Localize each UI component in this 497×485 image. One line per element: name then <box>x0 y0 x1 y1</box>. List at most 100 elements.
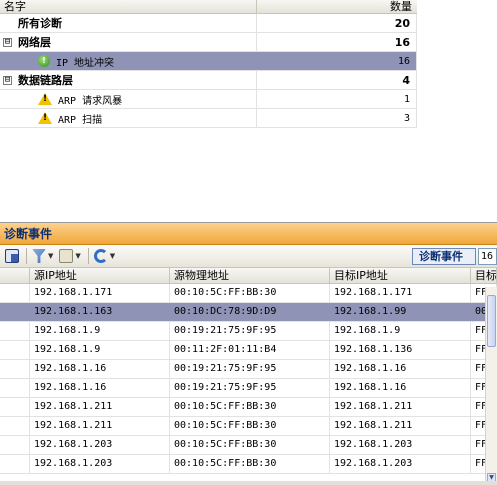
events-filter-label: 诊断事件 <box>412 248 476 265</box>
panel-title: 诊断事件 <box>0 223 497 245</box>
refresh-button[interactable]: ▼ <box>93 247 116 265</box>
target-ip-cell: 192.168.1.99 <box>330 303 471 321</box>
export-button[interactable]: ▼ <box>58 247 81 265</box>
table-row[interactable]: 192.168.1.16 00:19:21:75:9F:95 192.168.1.1… <box>0 379 497 398</box>
source-ip-cell: 192.168.1.203 <box>30 436 170 454</box>
row-indicator[interactable] <box>0 360 30 378</box>
warning-icon <box>38 93 52 105</box>
tree-row-label: IP 地址冲突 <box>56 57 115 69</box>
filter-icon <box>32 249 46 263</box>
source-ip-cell: 192.168.1.211 <box>30 417 170 435</box>
table-row[interactable]: 192.168.1.9 00:19:21:75:9F:95 192.168.1.9 F… <box>0 322 497 341</box>
tree-row-count: 3 <box>403 112 410 124</box>
scrollbar-thumb[interactable] <box>487 295 496 347</box>
source-ip-cell: 192.168.1.203 <box>30 455 170 473</box>
target-ip-cell: 192.168.1.171 <box>330 284 471 302</box>
ok-status-icon: ! <box>38 55 50 67</box>
tree-row-count: 4 <box>402 73 410 87</box>
row-indicator[interactable] <box>0 455 30 473</box>
count-column-header[interactable]: 数量 <box>257 0 417 13</box>
source-ip-cell: 192.168.1.9 <box>30 322 170 340</box>
save-button[interactable] <box>4 247 20 265</box>
source-ip-cell: 192.168.1.9 <box>30 341 170 359</box>
tree-row-label: 所有诊断 <box>18 17 62 30</box>
row-indicator[interactable] <box>0 436 30 454</box>
vertical-scrollbar[interactable]: ▼ <box>485 287 497 483</box>
source-ip-cell: 192.168.1.211 <box>30 398 170 416</box>
table-row[interactable]: 192.168.1.211 00:10:5C:FF:BB:30 192.168.1.… <box>0 417 497 436</box>
target-ip-cell: 192.168.1.16 <box>330 379 471 397</box>
tree-row-count: 20 <box>394 16 410 30</box>
source-mac-cell: 00:10:5C:FF:BB:30 <box>170 455 330 473</box>
dropdown-arrow-icon[interactable]: ▼ <box>75 252 80 260</box>
source-mac-cell: 00:10:DC:78:9D:D9 <box>170 303 330 321</box>
target-ip-cell: 192.168.1.211 <box>330 417 471 435</box>
row-indicator[interactable] <box>0 303 30 321</box>
tree-row-label: 数据链路层 <box>18 74 73 87</box>
table-row[interactable]: 192.168.1.203 00:10:5C:FF:BB:30 192.168.1.… <box>0 455 497 474</box>
events-grid-header: 源IP地址 源物理地址 目标IP地址 目标 <box>0 268 497 284</box>
diagnosis-tree: 名字 数量 所有诊断 20 ⊟ 网络层 16 ! IP 地址冲突 16 ⊟ 数据… <box>0 0 417 128</box>
tree-row-label: 网络层 <box>18 36 51 49</box>
source-ip-cell: 192.168.1.163 <box>30 303 170 321</box>
tree-row-ip-conflict[interactable]: ! IP 地址冲突 16 <box>0 52 417 71</box>
name-column-header[interactable]: 名字 <box>0 0 257 13</box>
source-mac-cell: 00:11:2F:01:11:B4 <box>170 341 330 359</box>
tree-row-arp-storm[interactable]: ARP 请求风暴 1 <box>0 90 417 109</box>
source-mac-cell: 00:19:21:75:9F:95 <box>170 360 330 378</box>
toolbar-separator <box>26 248 27 264</box>
events-grid-body: 192.168.1.171 00:10:5C:FF:BB:30 192.168.1.… <box>0 284 497 474</box>
filter-button[interactable]: ▼ <box>31 247 54 265</box>
target-mac-column-header[interactable]: 目标 <box>471 268 497 283</box>
tree-row-network-layer[interactable]: ⊟ 网络层 16 <box>0 33 417 52</box>
table-row[interactable]: 192.168.1.9 00:11:2F:01:11:B4 192.168.1.13… <box>0 341 497 360</box>
source-mac-cell: 00:10:5C:FF:BB:30 <box>170 398 330 416</box>
row-indicator[interactable] <box>0 379 30 397</box>
table-row[interactable]: 192.168.1.163 00:10:DC:78:9D:D9 192.168.1.… <box>0 303 497 322</box>
toolbar-separator <box>87 248 89 264</box>
table-row[interactable]: 192.168.1.171 00:10:5C:FF:BB:30 192.168.1.… <box>0 284 497 303</box>
target-ip-cell: 192.168.1.203 <box>330 455 471 473</box>
target-ip-column-header[interactable]: 目标IP地址 <box>330 268 471 283</box>
row-indicator[interactable] <box>0 284 30 302</box>
tree-row-arp-scan[interactable]: ARP 扫描 3 <box>0 109 417 128</box>
target-ip-cell: 192.168.1.9 <box>330 322 471 340</box>
tree-row-data-link-layer[interactable]: ⊟ 数据链路层 4 <box>0 71 417 90</box>
source-ip-column-header[interactable]: 源IP地址 <box>30 268 170 283</box>
diagnosis-events-panel: 诊断事件 ▼ ▼ ▼ 诊断事件 16 源IP地址 源物理地址 目标IP地址 目标… <box>0 222 497 485</box>
source-ip-cell: 192.168.1.171 <box>30 284 170 302</box>
collapse-toggle-icon[interactable]: ⊟ <box>3 75 12 85</box>
table-row[interactable]: 192.168.1.16 00:19:21:75:9F:95 192.168.1.1… <box>0 360 497 379</box>
tree-row-label: ARP 扫描 <box>58 114 103 126</box>
save-icon <box>5 249 19 263</box>
source-mac-cell: 00:10:5C:FF:BB:30 <box>170 436 330 454</box>
row-indicator[interactable] <box>0 417 30 435</box>
row-indicator[interactable] <box>0 341 30 359</box>
target-ip-cell: 192.168.1.211 <box>330 398 471 416</box>
source-ip-cell: 192.168.1.16 <box>30 360 170 378</box>
target-ip-cell: 192.168.1.136 <box>330 341 471 359</box>
target-ip-cell: 192.168.1.16 <box>330 360 471 378</box>
tree-row-label: ARP 请求风暴 <box>58 95 123 107</box>
source-mac-column-header[interactable]: 源物理地址 <box>170 268 330 283</box>
table-row[interactable]: 192.168.1.211 00:10:5C:FF:BB:30 192.168.1.… <box>0 398 497 417</box>
warning-icon <box>38 112 52 124</box>
export-icon <box>59 249 74 263</box>
tree-row-count: 16 <box>394 35 410 49</box>
table-row[interactable]: 192.168.1.203 00:10:5C:FF:BB:30 192.168.1.… <box>0 436 497 455</box>
tree-row-count: 1 <box>403 93 410 105</box>
source-ip-cell: 192.168.1.16 <box>30 379 170 397</box>
events-count-field[interactable]: 16 <box>478 248 497 265</box>
collapse-toggle-icon[interactable]: ⊟ <box>3 37 12 47</box>
source-mac-cell: 00:10:5C:FF:BB:30 <box>170 417 330 435</box>
row-indicator[interactable] <box>0 322 30 340</box>
source-mac-cell: 00:19:21:75:9F:95 <box>170 379 330 397</box>
events-toolbar: ▼ ▼ ▼ 诊断事件 16 <box>0 245 497 268</box>
row-indicator[interactable] <box>0 398 30 416</box>
source-mac-cell: 00:19:21:75:9F:95 <box>170 322 330 340</box>
horizontal-scrollbar[interactable] <box>0 481 497 485</box>
row-indicator-column-header <box>0 268 30 283</box>
tree-row-all-diagnoses[interactable]: 所有诊断 20 <box>0 14 417 33</box>
dropdown-arrow-icon[interactable]: ▼ <box>110 252 115 260</box>
dropdown-arrow-icon[interactable]: ▼ <box>48 252 53 260</box>
